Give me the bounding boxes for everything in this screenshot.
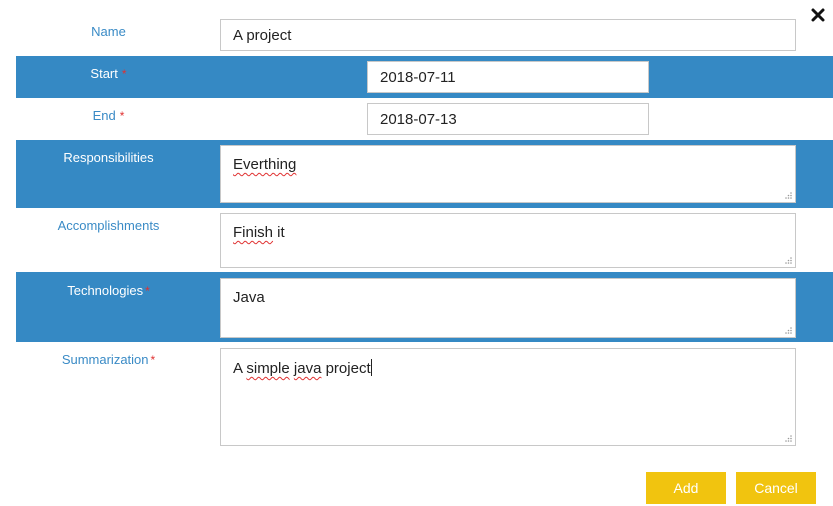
technologies-row: Technologies * Java [16, 272, 833, 342]
start-required-mark: * [121, 67, 127, 81]
name-row: Name A project [16, 14, 833, 56]
summarization-value-simple: simple [246, 360, 290, 377]
responsibilities-row: Responsibilities Everthing [16, 140, 833, 208]
responsibilities-label: Responsibilities [16, 150, 201, 165]
end-label-text: End [92, 108, 116, 123]
end-date-value: 2018-07-13 [380, 110, 457, 128]
technologies-value: Java [233, 289, 265, 306]
responsibilities-textarea[interactable]: Everthing [220, 145, 796, 203]
end-row: End * 2018-07-13 [16, 98, 833, 140]
responsibilities-label-text: Responsibilities [63, 150, 154, 165]
accomplishments-value-rest: it [273, 224, 285, 241]
start-date-input[interactable]: 2018-07-11 [367, 61, 649, 93]
start-date-value: 2018-07-11 [380, 68, 456, 86]
resize-grip-icon[interactable] [784, 434, 793, 443]
cancel-button[interactable]: Cancel [736, 472, 816, 504]
accomplishments-label: Accomplishments [16, 218, 201, 233]
summarization-label: Summarization * [16, 352, 201, 367]
technologies-label-text: Technologies [67, 283, 144, 298]
resize-grip-icon[interactable] [784, 326, 793, 335]
technologies-textarea[interactable]: Java [220, 278, 796, 338]
add-project-dialog: Name A project Start * 2018-07-11 End * 20… [0, 0, 833, 506]
name-label: Name [16, 24, 201, 39]
summarization-value-end: project [321, 360, 371, 377]
add-button[interactable]: Add [646, 472, 726, 504]
resize-grip-icon[interactable] [784, 256, 793, 265]
accomplishments-textarea[interactable]: Finish it [220, 213, 796, 268]
name-input[interactable]: A project [220, 19, 796, 51]
technologies-label: Technologies * [16, 283, 201, 298]
summarization-required-mark: * [150, 353, 156, 367]
summarization-label-text: Summarization [61, 352, 149, 367]
name-label-text: Name [91, 24, 126, 39]
end-required-mark: * [119, 109, 125, 123]
resize-grip-icon[interactable] [784, 191, 793, 200]
responsibilities-value: Everthing [233, 156, 297, 173]
summarization-row: Summarization * A simple java project [16, 342, 833, 450]
end-date-input[interactable]: 2018-07-13 [367, 103, 649, 135]
start-label: Start * [16, 66, 201, 81]
end-label: End * [16, 108, 201, 123]
accomplishments-label-text: Accomplishments [57, 218, 160, 233]
technologies-required-mark: * [145, 284, 150, 298]
summarization-textarea[interactable]: A simple java project [220, 348, 796, 446]
summarization-value-java: java [293, 360, 322, 377]
accomplishments-value-word: Finish [233, 224, 274, 241]
start-row: Start * 2018-07-11 [16, 56, 833, 98]
start-label-text: Start [90, 66, 118, 81]
accomplishments-row: Accomplishments Finish it [16, 208, 833, 272]
text-caret [370, 359, 372, 376]
summarization-value-a: A [233, 360, 247, 377]
name-input-value: A project [233, 26, 292, 44]
